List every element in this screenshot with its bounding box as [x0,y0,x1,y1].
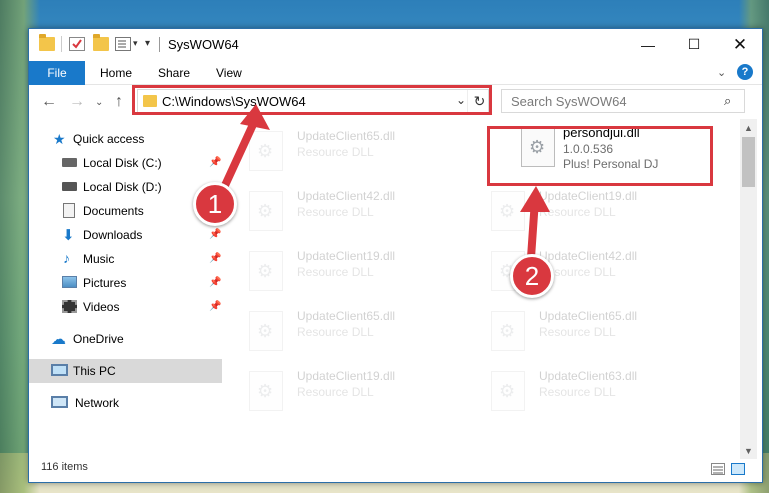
annotation-arrows [212,104,550,276]
callout-1: 1 [193,182,237,226]
arrow-1-head [240,104,270,130]
callout-2: 2 [510,254,554,298]
arrow-2-head [520,186,550,212]
